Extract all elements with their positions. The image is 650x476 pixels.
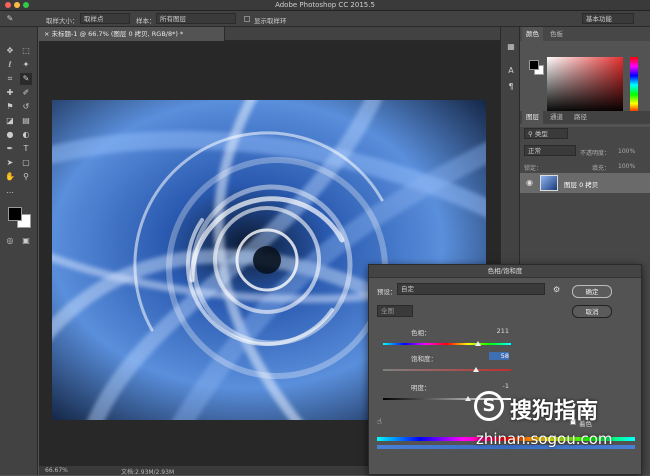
lightness-slider-thumb[interactable] <box>465 396 471 401</box>
hand-tool-icon[interactable]: ✋ <box>4 171 16 183</box>
search-icon: ⚲ <box>528 130 535 138</box>
quick-mask-icon[interactable]: ◎ <box>4 235 16 247</box>
tab-close-icon[interactable]: × <box>44 30 52 38</box>
gradient-tool-icon[interactable]: ▤ <box>20 115 32 127</box>
visibility-eye-icon[interactable]: ◉ <box>526 178 533 187</box>
sogou-logo-icon: S <box>474 391 504 421</box>
marquee-tool-icon[interactable]: ⬚ <box>20 45 32 57</box>
channel-select[interactable]: 全图 <box>377 305 413 317</box>
hue-strip[interactable] <box>630 57 638 113</box>
quick-select-tool-icon[interactable]: ✦ <box>20 59 32 71</box>
sample-size-label: 取样大小： <box>46 17 79 25</box>
lock-label: 锁定： <box>524 165 543 172</box>
fill-label: 填充： <box>592 165 611 172</box>
saturation-slider-track[interactable] <box>383 369 511 371</box>
options-bar: ✎ 取样大小： 取样点 样本： 所有图层 显示取样环 基本功能 <box>0 11 650 27</box>
ok-button[interactable]: 确定 <box>572 285 612 298</box>
path-select-tool-icon[interactable]: ➤ <box>4 157 16 169</box>
sample-size-select[interactable]: 取样点 <box>80 13 130 24</box>
pen-tool-icon[interactable]: ✒ <box>4 143 16 155</box>
hue-slider-thumb[interactable] <box>475 341 481 346</box>
sample-select[interactable]: 所有图层 <box>156 13 236 24</box>
saturation-value-field[interactable]: 58 <box>489 352 509 360</box>
layer-name[interactable]: 图层 0 拷贝 <box>564 179 598 189</box>
eyedropper-tool-icon[interactable]: ✎ <box>20 73 32 85</box>
saturation-brightness-field[interactable] <box>547 57 623 113</box>
layer-row[interactable]: ◉ 图层 0 拷贝 <box>520 173 650 193</box>
watermark-brand: 搜狗指南 <box>510 399 599 424</box>
saturation-label: 饱和度： <box>411 355 437 363</box>
character-panel-icon[interactable]: A <box>505 65 517 77</box>
healing-brush-tool-icon[interactable]: ✚ <box>4 87 16 99</box>
layer-filter-select[interactable]: ⚲ 类型 <box>524 128 568 139</box>
dodge-tool-icon[interactable]: ◐ <box>20 129 32 141</box>
crop-tool-icon[interactable]: ⌗ <box>4 73 16 85</box>
history-panel-icon[interactable]: ▦ <box>505 41 517 53</box>
hue-slider-track[interactable] <box>383 343 511 345</box>
tab-paths[interactable]: 路径 <box>570 111 591 124</box>
layer-thumbnail <box>540 175 558 191</box>
targeted-adjust-hand-icon[interactable]: ☝ <box>377 417 382 426</box>
type-tool-icon[interactable]: T <box>20 143 32 155</box>
tab-swatches[interactable]: 色板 <box>546 27 567 41</box>
lightness-label: 明度： <box>411 384 431 392</box>
history-brush-tool-icon[interactable]: ↺ <box>20 101 32 113</box>
lasso-tool-icon[interactable]: ℓ <box>4 59 16 71</box>
watermark-url: zhinan.sogou.com <box>476 430 613 448</box>
sample-label: 样本： <box>136 17 156 25</box>
move-tool-icon[interactable]: ✥ <box>4 45 16 57</box>
eraser-tool-icon[interactable]: ◪ <box>4 115 16 127</box>
lightness-value-field[interactable]: -1 <box>489 382 509 390</box>
document-tabs: × 未标题-1 @ 66.7% (图层 0 拷贝, RGB/8*) * <box>39 27 500 41</box>
shape-tool-icon[interactable]: ▢ <box>20 157 32 169</box>
hue-value-field[interactable]: 211 <box>479 327 509 335</box>
cancel-button[interactable]: 取消 <box>572 305 612 318</box>
fill-value[interactable]: 100% <box>618 163 635 170</box>
eyedropper-icon[interactable]: ✎ <box>4 13 16 25</box>
screen-mode-icon[interactable]: ▣ <box>20 235 32 247</box>
blend-mode-select[interactable]: 正常 <box>524 145 576 156</box>
document-tab[interactable]: × 未标题-1 @ 66.7% (图层 0 拷贝, RGB/8*) * <box>39 27 225 41</box>
tab-color[interactable]: 颜色 <box>522 27 543 41</box>
toolbox: ✥ ⬚ ℓ ✦ ⌗ ✎ ✚ ✐ ⚑ ↺ ◪ ▤ ● ◐ ✒ T ➤ ▢ ✋ ⚲ … <box>0 27 38 475</box>
foreground-color-swatch[interactable] <box>8 207 22 221</box>
window-title-bar: Adobe Photoshop CC 2015.5 <box>0 0 650 11</box>
dialog-title: 色相/饱和度 <box>369 265 641 278</box>
show-ring-checkbox[interactable] <box>244 16 250 22</box>
paragraph-panel-icon[interactable]: ¶ <box>505 81 517 93</box>
layer-filter-value: 类型 <box>534 130 548 138</box>
document-tab-label: 未标题-1 @ 66.7% (图层 0 拷贝, RGB/8*) * <box>51 30 184 38</box>
opacity-value[interactable]: 100% <box>618 148 635 155</box>
hue-label: 色相： <box>411 329 431 337</box>
clone-stamp-tool-icon[interactable]: ⚑ <box>4 101 16 113</box>
tab-layers[interactable]: 图层 <box>522 111 543 124</box>
preset-gear-icon[interactable]: ⚙ <box>553 285 560 294</box>
zoom-readout[interactable]: 66.67% <box>45 467 68 474</box>
tab-channels[interactable]: 通道 <box>546 111 567 124</box>
workspace-select[interactable]: 基本功能 <box>582 13 634 24</box>
window-title: Adobe Photoshop CC 2015.5 <box>275 1 375 9</box>
brush-tool-icon[interactable]: ✐ <box>20 87 32 99</box>
saturation-slider-thumb[interactable] <box>473 367 479 372</box>
opacity-label: 不透明度： <box>580 150 611 157</box>
show-ring-label: 显示取样环 <box>254 17 287 25</box>
more-tools-icon[interactable]: … <box>4 185 16 197</box>
preset-label: 预设： <box>377 288 397 296</box>
blur-tool-icon[interactable]: ● <box>4 129 16 141</box>
preset-select[interactable]: 自定 <box>397 283 545 295</box>
panel-foreground-swatch[interactable] <box>529 60 539 70</box>
zoom-tool-icon[interactable]: ⚲ <box>20 171 32 183</box>
